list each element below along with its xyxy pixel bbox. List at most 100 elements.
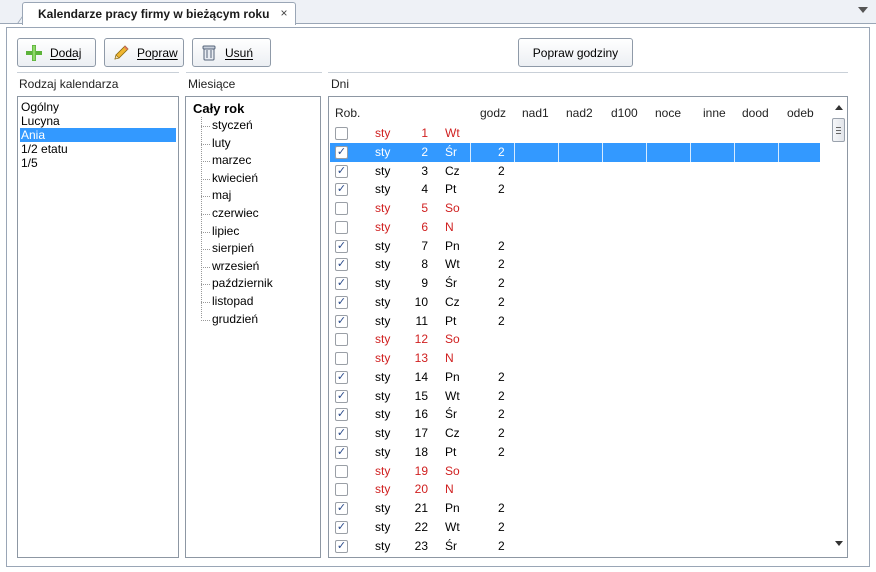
working-day-checkbox[interactable]: ✓ — [335, 370, 348, 384]
add-button[interactable]: Dodaj — [17, 38, 96, 67]
table-row[interactable]: sty 5 So — [330, 199, 820, 218]
working-day-checkbox[interactable]: ✓ — [335, 164, 348, 178]
chevron-down-icon[interactable] — [858, 7, 868, 13]
table-row[interactable]: ✓ sty 7 Pn 2 — [330, 237, 820, 256]
list-item[interactable]: 1/5 — [20, 156, 182, 170]
table-row[interactable]: ✓ sty 17 Cz 2 — [330, 424, 820, 443]
working-day-checkbox[interactable]: ✓ — [335, 539, 348, 553]
working-day-checkbox[interactable]: ✓ — [335, 145, 348, 159]
table-row[interactable]: ✓ sty 23 Śr 2 — [330, 537, 820, 556]
column-header-nad2[interactable]: nad2 — [566, 106, 593, 120]
table-row[interactable]: ✓ sty 3 Cz 2 — [330, 162, 820, 181]
tree-item-month[interactable]: sierpień — [212, 240, 254, 257]
tree-item-month[interactable]: styczeń — [212, 117, 253, 134]
cell-day: 15 — [414, 388, 428, 403]
table-row[interactable]: ✓ sty 8 Wt 2 — [330, 255, 820, 274]
vertical-scrollbar[interactable] — [830, 100, 847, 554]
cell-month: sty — [375, 201, 391, 215]
list-item[interactable]: Lucyna — [20, 114, 182, 128]
table-row[interactable]: sty 20 N — [330, 480, 820, 499]
table-row[interactable]: sty 6 N — [330, 218, 820, 237]
cell-day: 3 — [421, 163, 428, 178]
column-header-nad1[interactable]: nad1 — [522, 106, 549, 120]
tree-item-month[interactable]: czerwiec — [212, 205, 259, 222]
column-header-inne[interactable]: inne — [703, 106, 726, 120]
working-day-checkbox[interactable] — [335, 333, 348, 347]
working-day-checkbox[interactable]: ✓ — [335, 445, 348, 459]
working-day-checkbox[interactable]: ✓ — [335, 277, 348, 290]
tree-item-month[interactable]: grudzień — [212, 311, 258, 328]
table-row[interactable]: ✓ sty 22 Wt 2 — [330, 518, 820, 537]
scroll-thumb[interactable] — [832, 118, 845, 142]
tab-kalendarze[interactable]: Kalendarze pracy firmy w bieżącym roku × — [22, 2, 296, 25]
table-row[interactable]: ✓ sty 10 Cz 2 — [330, 293, 820, 312]
column-header-noce[interactable]: noce — [655, 106, 681, 120]
close-icon[interactable]: × — [277, 6, 291, 20]
table-row[interactable]: ✓ sty 4 Pt 2 — [330, 180, 820, 199]
edit-button[interactable]: Popraw — [104, 38, 184, 67]
table-row[interactable]: ✓ sty 16 Śr 2 — [330, 405, 820, 424]
cell-weekday: N — [445, 351, 454, 365]
working-day-checkbox[interactable] — [335, 220, 348, 234]
column-header-odeb[interactable]: odeb — [787, 106, 814, 120]
table-row-selected[interactable]: ✓ sty 2 Śr 2 — [330, 142, 820, 162]
tree-item-month[interactable]: październik — [212, 275, 273, 292]
column-header-dood[interactable]: dood — [742, 106, 769, 120]
cell-month: sty — [375, 351, 391, 365]
working-day-checkbox[interactable] — [335, 127, 348, 140]
table-row[interactable]: ✓ sty 14 Pn 2 — [330, 368, 820, 387]
tree-item-month[interactable]: lipiec — [212, 223, 239, 240]
list-item-selected[interactable]: Ania — [20, 128, 176, 142]
tree-item-month[interactable]: marzec — [212, 152, 251, 169]
tree-item-month[interactable]: luty — [212, 135, 231, 152]
calendar-types-list[interactable]: Ogólny Lucyna Ania 1/2 etatu 1/5 — [17, 96, 179, 558]
months-tree[interactable]: Cały rok styczeń luty marzec kwiecień maj cze… — [185, 96, 321, 558]
working-day-checkbox[interactable]: ✓ — [335, 295, 348, 309]
cell-divider — [470, 142, 471, 162]
table-row[interactable]: sty 13 N — [330, 349, 820, 368]
edit-hours-button[interactable]: Popraw godziny — [518, 38, 633, 67]
working-day-checkbox[interactable] — [335, 352, 348, 365]
table-row[interactable]: sty 19 So — [330, 462, 820, 481]
tree-item-month[interactable]: wrzesień — [212, 258, 259, 275]
table-row[interactable]: ✓ sty 18 Pt 2 — [330, 443, 820, 462]
tree-item-month[interactable]: kwiecień — [212, 170, 258, 187]
working-day-checkbox[interactable]: ✓ — [335, 408, 348, 422]
working-day-checkbox[interactable]: ✓ — [335, 314, 348, 328]
table-row[interactable]: sty 12 So — [330, 330, 820, 349]
working-day-checkbox[interactable]: ✓ — [335, 258, 348, 272]
working-day-checkbox[interactable]: ✓ — [335, 239, 348, 253]
list-item[interactable]: 1/2 etatu — [20, 142, 182, 156]
working-day-checkbox[interactable] — [335, 202, 348, 215]
cell-day: 13 — [414, 351, 428, 365]
working-day-checkbox[interactable] — [335, 483, 348, 497]
delete-button[interactable]: Usuń — [192, 38, 271, 67]
working-day-checkbox[interactable]: ✓ — [335, 502, 348, 515]
cell-day: 14 — [414, 369, 428, 384]
working-day-checkbox[interactable]: ✓ — [335, 427, 348, 440]
scroll-up-icon[interactable] — [835, 105, 843, 110]
column-header-godz[interactable]: godz — [480, 106, 506, 120]
tree-connector — [201, 126, 210, 127]
cell-weekday: Pn — [445, 501, 460, 515]
scroll-down-icon[interactable] — [835, 541, 843, 546]
working-day-checkbox[interactable]: ✓ — [335, 520, 348, 534]
cell-month: sty — [375, 332, 391, 347]
table-row[interactable]: ✓ sty 9 Śr 2 — [330, 274, 820, 293]
cell-weekday: Wt — [445, 519, 460, 534]
working-day-checkbox[interactable] — [335, 464, 348, 478]
list-item[interactable]: Ogólny — [20, 100, 182, 114]
column-header-rob[interactable]: Rob. — [335, 106, 360, 120]
column-header-d100[interactable]: d100 — [611, 106, 638, 120]
cell-day: 2 — [421, 144, 428, 159]
table-row[interactable]: ✓ sty 11 Pt 2 — [330, 312, 820, 331]
working-day-checkbox[interactable]: ✓ — [335, 389, 348, 403]
tree-root-whole-year[interactable]: Cały rok — [193, 101, 244, 116]
tree-item-month[interactable]: maj — [212, 187, 231, 204]
cell-month: sty — [375, 426, 391, 440]
tree-item-month[interactable]: listopad — [212, 293, 253, 310]
table-row[interactable]: ✓ sty 21 Pn 2 — [330, 499, 820, 518]
table-row[interactable]: sty 1 Wt — [330, 124, 820, 143]
working-day-checkbox[interactable]: ✓ — [335, 183, 348, 197]
table-row[interactable]: ✓ sty 15 Wt 2 — [330, 387, 820, 406]
